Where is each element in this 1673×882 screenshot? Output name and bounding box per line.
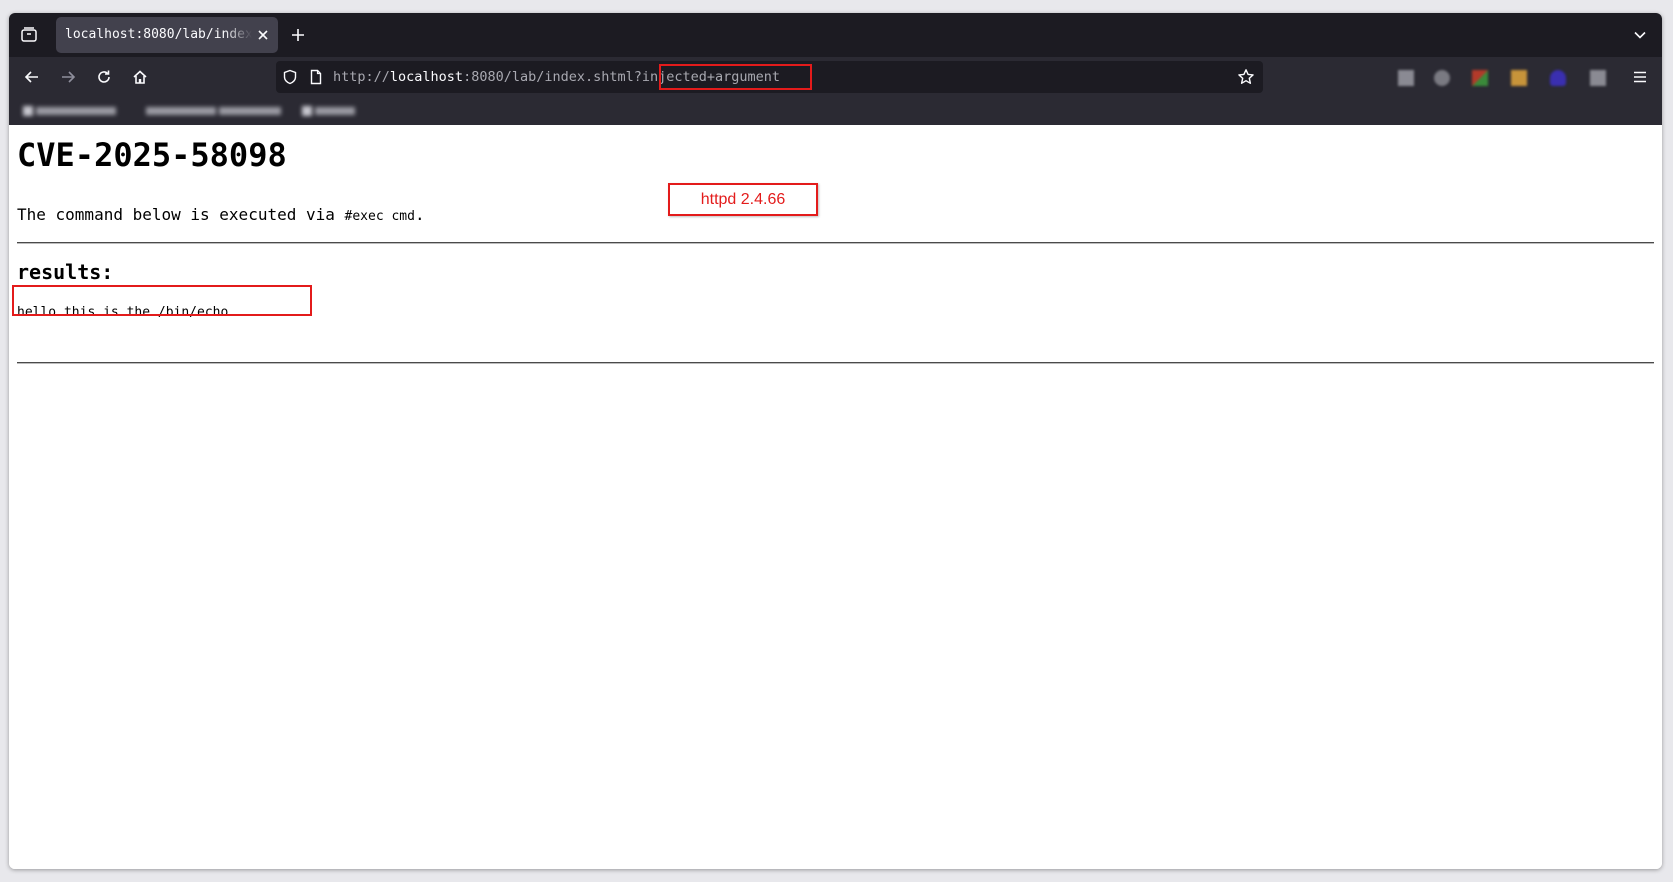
- browser-window: localhost:8080/lab/index.shtml?injected+…: [9, 13, 1662, 869]
- url-scheme: http://: [333, 69, 390, 85]
- close-tab-button[interactable]: [254, 26, 272, 44]
- url-query-highlight-box: [659, 64, 812, 90]
- extension-3-icon[interactable]: [1472, 70, 1488, 86]
- bookmark-page-button[interactable]: [1237, 68, 1255, 86]
- extension-1-icon[interactable]: [1398, 70, 1414, 86]
- active-tab[interactable]: localhost:8080/lab/index.shtml?injected+…: [56, 17, 278, 53]
- intro-prefix: The command below is executed via: [17, 205, 345, 224]
- url-host: localhost: [389, 69, 464, 85]
- navigation-toolbar: http://localhost:8080/lab/index.shtml?in…: [9, 57, 1662, 97]
- extension-4-icon[interactable]: [1511, 70, 1527, 86]
- bookmark-item-1[interactable]: [23, 104, 116, 118]
- server-version-annotation: httpd 2.4.66: [668, 183, 818, 216]
- page-title: CVE-2025-58098: [17, 136, 287, 174]
- bookmark-item-3[interactable]: [302, 104, 355, 118]
- tab-list-button[interactable]: [17, 23, 41, 47]
- back-button[interactable]: [18, 63, 46, 91]
- plus-icon: [292, 29, 304, 41]
- reload-button[interactable]: [90, 63, 118, 91]
- extension-5-icon[interactable]: [1550, 70, 1566, 86]
- extension-2-icon[interactable]: [1434, 70, 1450, 86]
- shield-icon: [283, 69, 297, 85]
- server-version-label: httpd 2.4.66: [700, 190, 786, 208]
- home-button[interactable]: [126, 63, 154, 91]
- page-icon: [310, 69, 322, 85]
- bookmarks-toolbar: [9, 97, 1662, 125]
- extension-6-icon[interactable]: [1590, 70, 1606, 86]
- chevron-down-icon: [1634, 31, 1646, 39]
- new-tab-button[interactable]: [286, 23, 310, 47]
- list-all-tabs-button[interactable]: [1628, 23, 1652, 47]
- intro-suffix: .: [414, 205, 425, 224]
- page-content: CVE-2025-58098 The command below is exec…: [9, 125, 1662, 869]
- result-output-highlight-box: [12, 285, 312, 316]
- hamburger-menu-icon: [1634, 71, 1646, 83]
- home-icon: [133, 70, 147, 84]
- intro-text: The command below is executed via #exec …: [17, 205, 425, 227]
- forward-button[interactable]: [54, 63, 82, 91]
- intro-code: #exec cmd: [344, 209, 415, 224]
- forward-arrow-icon: [62, 71, 76, 83]
- bookmark-item-2[interactable]: [146, 104, 281, 118]
- tab-strip: localhost:8080/lab/index.shtml?injected+…: [9, 13, 1662, 57]
- url-path: :8080/lab/index.shtml: [463, 69, 634, 85]
- application-menu-button[interactable]: [1626, 63, 1654, 91]
- reload-icon: [98, 70, 110, 83]
- divider-top: [17, 242, 1654, 244]
- tracking-protection-button[interactable]: [281, 68, 299, 86]
- back-arrow-icon: [24, 71, 38, 83]
- tab-title: localhost:8080/lab/index.shtml?injected+…: [65, 27, 252, 42]
- star-icon: [1238, 69, 1254, 85]
- divider-bottom: [17, 362, 1654, 364]
- results-heading: results:: [17, 260, 114, 284]
- close-icon: [258, 30, 268, 40]
- page-info-button[interactable]: [307, 68, 325, 86]
- tab-list-icon: [21, 27, 37, 42]
